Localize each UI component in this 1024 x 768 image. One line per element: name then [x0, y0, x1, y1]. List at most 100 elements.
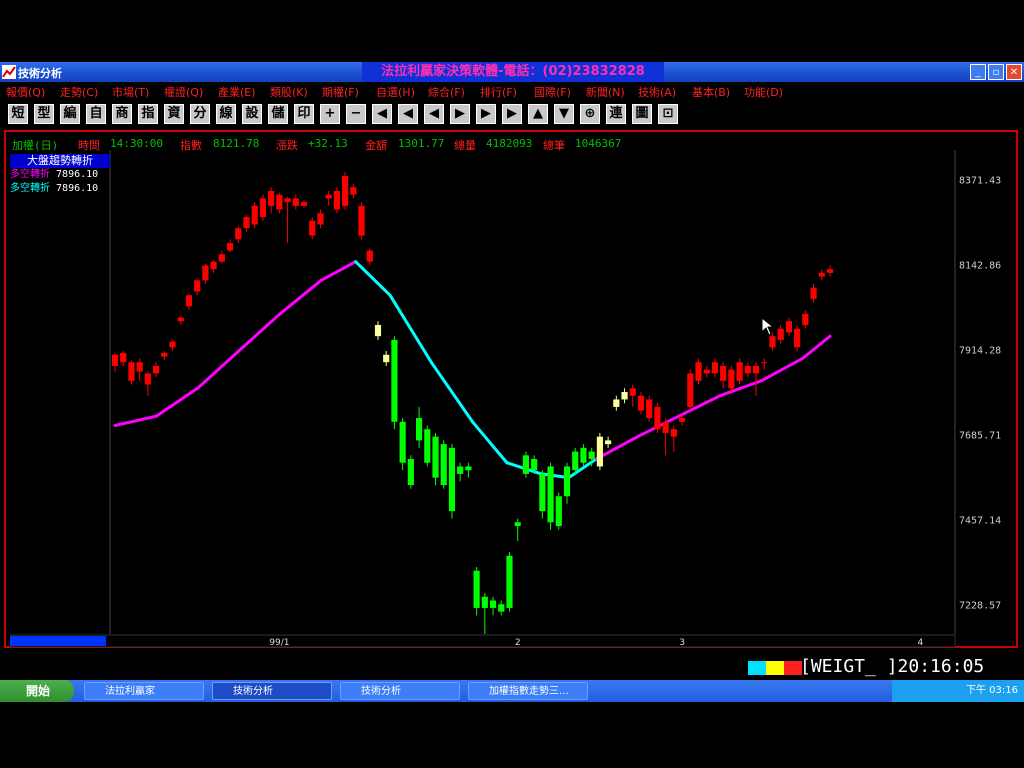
toolbar-button[interactable]: ▶	[450, 104, 470, 124]
toolbar-button[interactable]: ◀	[372, 104, 392, 124]
legend-value: 7896.10	[56, 169, 99, 180]
title-bar[interactable]: 技術分析 法拉利贏家決策軟體-電話：(02)23832828 _ ▫ ✕	[0, 62, 1024, 82]
ma-line-segment	[278, 278, 323, 316]
toolbar-button[interactable]: ▲	[528, 104, 548, 124]
toolbar-button[interactable]: 指	[138, 104, 158, 124]
candle-body	[292, 198, 299, 206]
candle-body	[153, 365, 160, 374]
toolbar-button[interactable]: ▶	[502, 104, 522, 124]
candle-body	[621, 392, 628, 400]
y-tick-label: 7457.14	[959, 516, 1001, 527]
candle-body	[210, 261, 217, 270]
menu-item[interactable]: 新聞(N)	[586, 84, 625, 100]
candle-body	[613, 399, 620, 407]
menu-item[interactable]: 期權(F)	[322, 84, 359, 100]
toolbar-button[interactable]: 資	[164, 104, 184, 124]
toolbar-button[interactable]: ◀	[424, 104, 444, 124]
candle-body	[120, 352, 127, 363]
taskbar-item[interactable]: 加權指數走勢三...	[468, 682, 588, 700]
candle-body	[810, 287, 817, 299]
candle-body	[761, 362, 768, 364]
menu-item[interactable]: 市場(T)	[112, 84, 149, 100]
taskbar-item[interactable]: 技術分析	[212, 682, 332, 700]
toolbar-button[interactable]: 短	[8, 104, 28, 124]
candle-body	[654, 406, 661, 430]
candle-body	[161, 352, 168, 357]
toolbar-button[interactable]: ◀	[398, 104, 418, 124]
menu-item[interactable]: 功能(D)	[744, 84, 783, 100]
menu-item[interactable]: 類股(K)	[270, 84, 308, 100]
system-tray[interactable]: 下午 03:16	[892, 680, 1024, 702]
ma-line-segment	[471, 420, 509, 465]
menu-item[interactable]: 權證(Q)	[164, 84, 203, 100]
toolbar-button[interactable]: 設	[242, 104, 262, 124]
candle-body	[539, 473, 546, 512]
candle-body	[514, 522, 521, 527]
candle-body	[678, 418, 686, 422]
menu-item[interactable]: 報價(Q)	[6, 84, 45, 100]
taskbar-item[interactable]: 法拉利贏家	[84, 682, 204, 700]
toolbar-button[interactable]: 商	[112, 104, 132, 124]
y-tick-label: 7914.28	[959, 345, 1001, 356]
toolbar-button[interactable]: 型	[34, 104, 54, 124]
candle-body	[506, 555, 513, 608]
ma-line-segment	[677, 394, 722, 418]
start-button[interactable]: 開始	[0, 680, 74, 702]
maximize-button[interactable]: ▫	[988, 64, 1004, 80]
toolbar-button[interactable]: 自	[86, 104, 106, 124]
toolbar-button[interactable]: 連	[606, 104, 626, 124]
close-button[interactable]: ✕	[1006, 64, 1022, 80]
candle-body	[580, 447, 587, 463]
candle-body	[317, 213, 324, 225]
candle-body	[350, 187, 357, 195]
menu-item[interactable]: 排行(F)	[480, 84, 517, 100]
toolbar-button[interactable]: ⊕	[580, 104, 600, 124]
menu-item[interactable]: 自選(H)	[376, 84, 415, 100]
toolbar-button[interactable]: 印	[294, 104, 314, 124]
app-icon	[2, 65, 16, 79]
candle-body	[695, 362, 702, 381]
toolbar-button[interactable]: 圖	[632, 104, 652, 124]
toolbar-button[interactable]: ▼	[554, 104, 574, 124]
ma-line-segment	[154, 386, 199, 418]
toolbar-button[interactable]: ⊡	[658, 104, 678, 124]
candle-body	[465, 466, 472, 471]
trades-value: 1046367	[575, 137, 622, 150]
candle-body	[588, 451, 595, 460]
candle-body	[424, 429, 431, 463]
menu-item[interactable]: 國際(F)	[534, 84, 571, 100]
status-clock: [WEIGT_ ]20:16:05	[800, 656, 984, 677]
taskbar-item[interactable]: 技術分析	[340, 682, 460, 700]
amount-value: 1301.77	[398, 137, 445, 150]
menu-item[interactable]: 技術(A)	[638, 84, 676, 100]
candle-body	[457, 466, 464, 474]
candle-body	[498, 604, 505, 612]
candle-body	[662, 421, 669, 433]
minimize-button[interactable]: _	[970, 64, 986, 80]
menu-item[interactable]: 產業(E)	[218, 84, 256, 100]
menu-item[interactable]: 走勢(C)	[60, 84, 98, 100]
toolbar-button[interactable]: 線	[216, 104, 236, 124]
candlestick-chart[interactable]: 8371.43 8142.86 7914.28 7685.71 7457.14 7228.…	[10, 150, 1016, 710]
candle-body	[415, 418, 423, 441]
menu-item[interactable]: 基本(B)	[692, 84, 730, 100]
toolbar-button[interactable]: −	[346, 104, 366, 124]
menu-item[interactable]: 綜合(F)	[428, 84, 465, 100]
candle-body	[629, 388, 636, 396]
toolbar-button[interactable]: 分	[190, 104, 210, 124]
tool-bar: 短型編自商指資分線設儲印 + − ◀ ◀ ◀ ▶ ▶ ▶ ▲ ▼ ⊕ 連圖 ⊡	[0, 100, 1024, 126]
time-value: 14:30:00	[110, 137, 163, 150]
ma-line-segment	[718, 379, 763, 398]
ma-line-segment	[429, 360, 474, 424]
toolbar-button[interactable]: 編	[60, 104, 80, 124]
candle-body	[309, 220, 316, 236]
ma-line-segment	[237, 312, 282, 353]
clock-time: 20:16:05	[897, 656, 985, 677]
legend-value: 7896.10	[56, 183, 99, 194]
candle-body	[185, 295, 193, 307]
toolbar-button[interactable]: ▶	[476, 104, 496, 124]
toolbar-button[interactable]: 儲	[268, 104, 288, 124]
candle-body	[777, 328, 784, 340]
toolbar-button[interactable]: +	[320, 104, 340, 124]
candle-body	[769, 336, 776, 348]
